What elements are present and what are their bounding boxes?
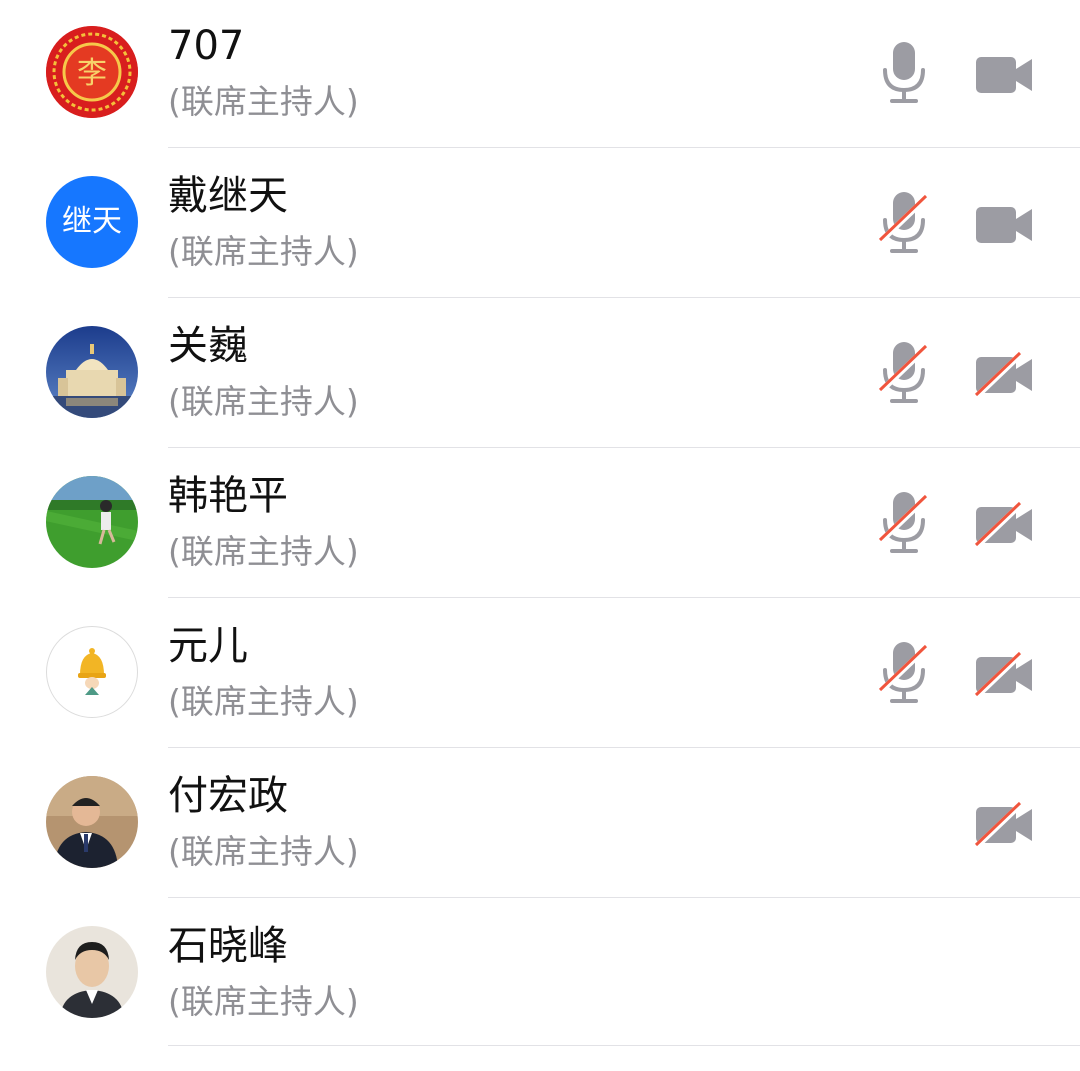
avatar: 李 bbox=[46, 26, 138, 118]
avatar bbox=[46, 476, 138, 568]
video-camera-off-icon[interactable] bbox=[974, 801, 1036, 849]
avatar bbox=[46, 926, 138, 1018]
participant-role: (联席主持人) bbox=[168, 232, 359, 271]
microphone-icon[interactable] bbox=[876, 40, 932, 106]
participant-role: (联席主持人) bbox=[168, 82, 359, 121]
avatar: 继天 bbox=[46, 176, 138, 268]
participant-role: (联席主持人) bbox=[168, 982, 359, 1021]
avatar-text: 继天 bbox=[62, 204, 122, 239]
participant-row[interactable]: 韩艳平 (联席主持人) bbox=[0, 450, 1080, 600]
row-divider bbox=[168, 747, 1080, 748]
microphone-muted-icon[interactable] bbox=[876, 190, 932, 256]
participant-name: 戴继天 bbox=[168, 173, 288, 219]
participant-name: 石晓峰 bbox=[168, 923, 288, 969]
video-camera-off-icon[interactable] bbox=[974, 501, 1036, 549]
video-camera-off-icon[interactable] bbox=[974, 351, 1036, 399]
participant-name: 付宏政 bbox=[168, 773, 288, 819]
row-divider bbox=[168, 897, 1080, 898]
avatar bbox=[46, 326, 138, 418]
row-divider bbox=[168, 447, 1080, 448]
participant-name: 元儿 bbox=[168, 623, 248, 669]
participant-name: 韩艳平 bbox=[168, 473, 288, 519]
video-camera-icon[interactable] bbox=[974, 201, 1036, 249]
microphone-muted-icon[interactable] bbox=[876, 340, 932, 406]
avatar bbox=[46, 626, 138, 718]
row-divider bbox=[168, 597, 1080, 598]
participant-role: (联席主持人) bbox=[168, 532, 359, 571]
participant-row[interactable]: 石晓峰 (联席主持人) bbox=[0, 900, 1080, 1050]
participant-row[interactable]: 元儿 (联席主持人) bbox=[0, 600, 1080, 750]
row-divider bbox=[168, 147, 1080, 148]
avatar-seal-text: 李 bbox=[77, 56, 107, 91]
video-camera-icon[interactable] bbox=[974, 51, 1036, 99]
microphone-muted-icon[interactable] bbox=[876, 490, 932, 556]
participant-name: 707 bbox=[168, 23, 245, 69]
participant-row[interactable]: 继天 戴继天 (联席主持人) bbox=[0, 150, 1080, 300]
row-divider bbox=[168, 297, 1080, 298]
microphone-muted-icon[interactable] bbox=[876, 640, 932, 706]
participant-row[interactable]: 李 707 (联席主持人) bbox=[0, 0, 1080, 150]
video-camera-off-icon[interactable] bbox=[974, 651, 1036, 699]
participant-role: (联席主持人) bbox=[168, 682, 359, 721]
participant-role: (联席主持人) bbox=[168, 382, 359, 421]
participant-name: 关巍 bbox=[168, 323, 248, 369]
participant-row[interactable]: 付宏政 (联席主持人) bbox=[0, 750, 1080, 900]
row-divider bbox=[168, 1045, 1080, 1046]
avatar bbox=[46, 776, 138, 868]
participant-row[interactable]: 关巍 (联席主持人) bbox=[0, 300, 1080, 450]
participant-role: (联席主持人) bbox=[168, 832, 359, 871]
